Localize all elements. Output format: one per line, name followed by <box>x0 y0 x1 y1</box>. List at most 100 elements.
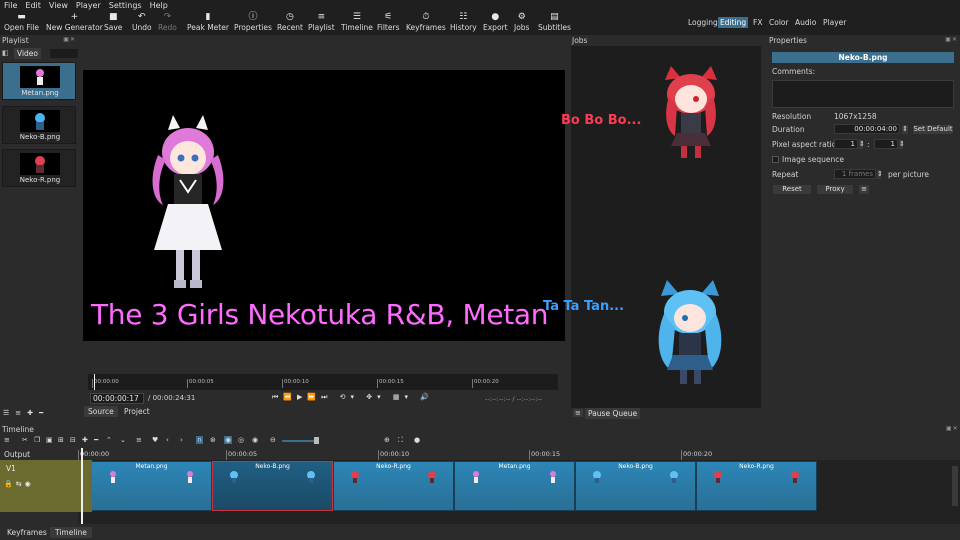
playlist-item[interactable]: Neko-B.png <box>2 106 76 144</box>
par-denominator-field[interactable]: 1 <box>874 139 898 149</box>
par-denominator-spinner[interactable]: ⇕ <box>898 139 905 150</box>
tab-project[interactable]: Project <box>120 406 154 417</box>
par-numerator-spinner[interactable]: ⇕ <box>858 139 865 150</box>
zoom-out-icon[interactable]: ⊖ <box>270 436 276 444</box>
jobs-button[interactable]: ⚙ Jobs <box>514 12 529 32</box>
duration-spinner[interactable]: ⇕ <box>901 124 909 135</box>
ripple-icon[interactable]: ◉ <box>224 436 233 444</box>
player-playhead[interactable] <box>94 374 95 390</box>
par-numerator-field[interactable]: 1 <box>834 139 858 149</box>
dock-buttons[interactable]: ▣✕ <box>63 36 76 43</box>
comments-field[interactable] <box>772 80 954 108</box>
timeline-playhead[interactable] <box>81 448 83 524</box>
playlist-item[interactable]: Neko-R.png <box>2 149 76 187</box>
ripple-markers-icon[interactable]: ◉ <box>252 436 258 444</box>
timeline-clip[interactable]: Neko-R.png <box>696 461 817 511</box>
lift-icon[interactable]: ✚ <box>82 436 88 444</box>
repeat-spinner[interactable]: ⇕ <box>876 169 883 180</box>
dock-buttons[interactable]: ▣✕ <box>945 36 958 43</box>
timeline-vscrollbar[interactable] <box>952 466 958 506</box>
timeline-menu-icon[interactable]: ≡ <box>4 436 10 444</box>
menu-view[interactable]: View <box>49 1 68 10</box>
timeline-clip-selected[interactable]: Neko-B.png <box>212 461 333 511</box>
layout-logging[interactable]: Logging <box>686 17 720 28</box>
track-v1-header[interactable]: V1 🔒⇆◉ <box>0 460 78 512</box>
overwrite-icon[interactable]: ⌃ <box>106 436 112 444</box>
paste-icon[interactable]: ▣ <box>46 436 53 444</box>
track-v1-controls[interactable]: 🔒⇆◉ <box>4 480 34 488</box>
playlist-tab-video[interactable]: Video <box>14 48 42 59</box>
save-button[interactable]: ■ Save <box>104 12 122 32</box>
layout-editing[interactable]: Editing <box>718 17 749 28</box>
pause-queue-button[interactable]: Pause Queue <box>585 408 641 419</box>
player-scrubber[interactable]: 00:00:00 00:00:05 00:00:10 00:00:15 00:0… <box>88 374 558 390</box>
playlist-button[interactable]: ≡ Playlist <box>308 12 335 32</box>
reset-button[interactable]: Reset <box>772 184 812 195</box>
timeline-clip[interactable]: Metan.png <box>454 461 575 511</box>
repeat-field[interactable]: 1 frames <box>834 169 876 179</box>
redo-button[interactable]: ↷ Redo <box>158 12 177 32</box>
zoom-slider-handle[interactable] <box>314 437 319 444</box>
recent-button[interactable]: ◷ Recent <box>277 12 303 32</box>
proxy-button[interactable]: Proxy <box>816 184 854 195</box>
zoom-fit-icon[interactable]: ⛶ <box>398 436 403 445</box>
timeline-button[interactable]: ☰ Timeline <box>341 12 373 32</box>
next-marker-icon[interactable]: › <box>180 436 183 444</box>
timeline-clip[interactable]: Neko-R.png <box>333 461 454 511</box>
undo-button[interactable]: ↶ Undo <box>132 12 152 32</box>
transport-controls[interactable]: ⏮⏪▶⏩⏭ ⟲▾ ✥▾ ▦▾ 🔊 <box>272 393 434 402</box>
remove-icon[interactable]: ━ <box>94 436 98 444</box>
menu-file[interactable]: File <box>4 1 17 10</box>
proxy-menu-icon[interactable]: ≡ <box>858 184 870 195</box>
image-sequence-checkbox[interactable] <box>772 156 779 163</box>
menu-settings[interactable]: Settings <box>109 1 142 10</box>
keyframes-button[interactable]: ⏱ Keyframes <box>406 12 446 32</box>
open-file-button[interactable]: ▬ Open File <box>4 12 39 32</box>
set-default-button[interactable]: Set Default <box>912 124 954 135</box>
layout-color[interactable]: Color <box>767 17 791 28</box>
tab-keyframes[interactable]: Keyframes <box>2 527 52 538</box>
timeline-clip[interactable]: Neko-B.png <box>575 461 696 511</box>
jobs-menu-icon[interactable]: ≡ <box>573 409 583 417</box>
timeline-clip[interactable]: Metan.png <box>91 461 212 511</box>
marker-icon[interactable]: ♥ <box>152 436 158 444</box>
output-label: Output <box>4 450 31 459</box>
menu-edit[interactable]: Edit <box>25 1 41 10</box>
snap-icon[interactable]: ∩ <box>196 436 204 444</box>
properties-button[interactable]: ⓘ Properties <box>234 12 272 32</box>
layout-fx[interactable]: FX <box>751 17 764 28</box>
dock-buttons[interactable]: ▣✕ <box>946 425 959 432</box>
peak-meter-button[interactable]: ▮ Peak Meter <box>187 12 229 32</box>
filters-button[interactable]: ⚟ Filters <box>377 12 399 32</box>
record-audio-icon[interactable]: ● <box>414 436 420 444</box>
split-icon[interactable]: ≡ <box>136 436 142 444</box>
scrub-icon[interactable]: ⊛ <box>210 436 216 444</box>
append-icon[interactable]: ⊞ <box>58 436 64 444</box>
history-button[interactable]: ☷ History <box>450 12 477 32</box>
new-generator-button[interactable]: + New Generator <box>46 12 103 32</box>
cut-icon[interactable]: ✂ <box>22 436 28 444</box>
layout-audio[interactable]: Audio <box>793 17 818 28</box>
zoom-slider[interactable] <box>282 440 318 442</box>
ripple-delete-icon[interactable]: ⊟ <box>70 436 76 444</box>
ripple-all-icon[interactable]: ◎ <box>238 436 244 444</box>
copy-icon[interactable]: ❐ <box>34 436 40 444</box>
export-button[interactable]: ● Export <box>483 12 508 32</box>
zoom-in-icon[interactable]: ⊕ <box>384 436 390 444</box>
clip-thumbnail <box>550 471 556 483</box>
view-toggle-icon[interactable]: ◧ <box>2 49 9 57</box>
insert-icon[interactable]: ⌄ <box>120 436 126 444</box>
duration-field[interactable]: 00:00:04:00 <box>834 124 900 134</box>
layout-player[interactable]: Player <box>821 17 848 28</box>
video-preview[interactable]: The 3 Girls Nekotuka R&B, Metan <box>83 70 565 341</box>
timeline-ruler[interactable]: 00:00:00 00:00:05 00:00:10 00:00:15 00:0… <box>78 448 960 460</box>
tab-source[interactable]: Source <box>84 406 118 417</box>
subtitles-button[interactable]: ▤ Subtitles <box>538 12 571 32</box>
timecode-field[interactable]: 00:00:00:17 <box>90 393 144 404</box>
playlist-item[interactable]: Metan.png <box>2 62 76 100</box>
prev-marker-icon[interactable]: ‹ <box>166 436 169 444</box>
tab-timeline[interactable]: Timeline <box>50 527 92 538</box>
playlist-controls[interactable]: ☰≡✚━ <box>3 409 49 417</box>
menu-player[interactable]: Player <box>76 1 101 10</box>
menu-help[interactable]: Help <box>150 1 168 10</box>
